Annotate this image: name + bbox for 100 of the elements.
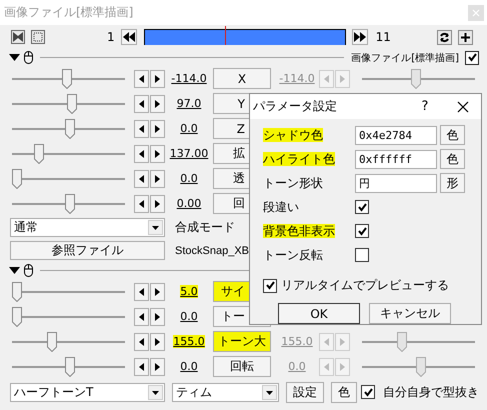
value-link[interactable]: 155.0 (173, 335, 205, 348)
decrement-button[interactable] (134, 332, 149, 350)
decrement-button[interactable] (134, 358, 149, 376)
input-field[interactable]: 円 (355, 174, 437, 192)
checkmark-icon (356, 226, 368, 236)
increment-button[interactable] (150, 282, 165, 300)
slider-thumb[interactable] (12, 306, 22, 326)
right-triangle-icon (155, 124, 160, 132)
increment-button[interactable] (150, 308, 165, 326)
help-button[interactable]: ? (415, 99, 435, 114)
slider-thumb[interactable] (34, 144, 44, 164)
grid-icon[interactable] (31, 30, 45, 44)
input-field[interactable]: 0x4e2784 (355, 126, 437, 144)
collapse-triangle-icon[interactable] (9, 54, 20, 61)
slider-thumb[interactable] (64, 356, 75, 376)
decrement-button[interactable] (134, 94, 149, 112)
picker-button[interactable]: 色 (440, 125, 465, 145)
increment-button[interactable] (150, 144, 165, 162)
value-link[interactable]: 0.0 (180, 360, 198, 373)
parameter-label: シャドウ色 (263, 128, 323, 142)
decrement-button[interactable] (134, 170, 149, 188)
increment-button[interactable] (150, 194, 165, 212)
cancel-button[interactable]: キャンセル (369, 303, 451, 324)
close-icon (457, 100, 469, 112)
decrement-button[interactable] (134, 282, 149, 300)
collapse-triangle-icon[interactable] (9, 267, 20, 274)
decrement-button[interactable] (134, 120, 149, 138)
self-cut-label: 自分自身で型抜き (383, 384, 479, 400)
decrement-button[interactable] (134, 70, 149, 88)
parameter-button[interactable]: 回転 (213, 356, 271, 377)
left-triangle-icon (139, 74, 144, 82)
increment-button[interactable] (150, 332, 165, 350)
decrement-button[interactable] (134, 144, 149, 162)
left-triangle-icon (324, 362, 329, 370)
value-link[interactable]: 0.00 (176, 197, 202, 210)
parameter-label: トーン反転 (263, 248, 323, 262)
blend-mode-dropdown[interactable]: 通常 (10, 218, 165, 237)
parameter-button[interactable]: トーン大 (213, 331, 271, 352)
preview-label: リアルタイムでプレビューする (281, 277, 449, 294)
parameter-label: 背景色非表示 (263, 224, 335, 238)
right-triangle-icon (155, 312, 160, 320)
option-checkbox[interactable] (355, 200, 369, 214)
value-link[interactable]: 0.0 (180, 310, 198, 323)
value-link[interactable]: 137.00 (170, 147, 208, 160)
decrement-button[interactable] (134, 308, 149, 326)
value-link[interactable]: 5.0 (180, 285, 198, 298)
slider-thumb[interactable] (64, 194, 75, 214)
frame-icon[interactable] (11, 30, 25, 44)
option-checkbox[interactable] (355, 224, 369, 238)
preset-dropdown[interactable]: ティム (172, 382, 279, 402)
reference-file-button[interactable]: 参照ファイル (10, 241, 165, 260)
picker-button[interactable]: 形 (440, 173, 465, 193)
close-icon (472, 8, 480, 16)
previous-button[interactable] (120, 29, 137, 45)
timeline-bar[interactable] (144, 29, 346, 45)
decrement-button[interactable] (134, 194, 149, 212)
start-frame: 1 (107, 30, 115, 44)
value-link[interactable]: -114.0 (171, 72, 207, 85)
mouse-icon (24, 264, 33, 277)
option-checkbox[interactable] (355, 248, 369, 262)
slider-thumb[interactable] (47, 332, 58, 352)
left-triangle-icon (139, 150, 144, 158)
slider-thumb[interactable] (66, 94, 77, 114)
right-triangle-icon (155, 200, 160, 208)
right-triangle-icon (340, 338, 345, 346)
left-triangle-icon (139, 362, 144, 370)
slider-thumb[interactable] (64, 118, 75, 138)
increment-button[interactable] (150, 70, 165, 88)
increment-button[interactable] (150, 358, 165, 376)
settings-button[interactable]: 設定 (286, 382, 324, 402)
left-triangle-icon (139, 100, 144, 108)
left-triangle-icon (139, 312, 144, 320)
increment-button[interactable] (150, 94, 165, 112)
preview-checkbox[interactable] (263, 278, 277, 292)
input-field[interactable]: 0xffffff (355, 150, 437, 168)
ok-button[interactable]: OK (278, 303, 360, 324)
color-button[interactable]: 色 (331, 382, 357, 402)
fast-forward-icon (354, 32, 366, 42)
slider-thumb[interactable] (12, 168, 22, 188)
parameter-button[interactable]: X (213, 68, 271, 89)
slider-thumb[interactable] (12, 282, 22, 302)
rewind-icon (122, 32, 135, 42)
end-frame: 11 (376, 30, 391, 44)
picker-button[interactable]: 色 (440, 149, 465, 169)
mouse-icon (24, 51, 33, 64)
enable-checkbox[interactable] (465, 50, 479, 64)
effect-dropdown[interactable]: ハーフトーンT (10, 382, 165, 402)
self-cut-checkbox[interactable] (361, 385, 375, 399)
window-title: 画像ファイル[標準描画] (3, 4, 134, 21)
plus-icon[interactable] (458, 30, 473, 44)
value-link[interactable]: 0.0 (180, 122, 198, 135)
loop-icon[interactable] (437, 30, 452, 44)
end-value: 0.0 (288, 360, 306, 373)
next-button[interactable] (352, 29, 368, 45)
slider-thumb[interactable] (62, 68, 72, 88)
value-link[interactable]: 0.0 (180, 172, 198, 185)
increment-button[interactable] (150, 170, 165, 188)
increment-button[interactable] (150, 120, 165, 138)
checkmark-icon (466, 52, 478, 63)
value-link[interactable]: 97.0 (176, 97, 202, 110)
